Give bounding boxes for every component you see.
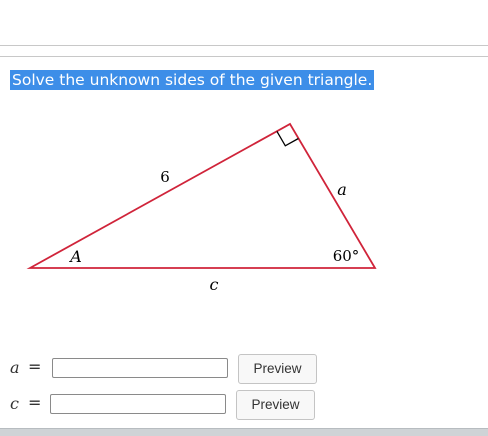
angle-a-label: A bbox=[68, 247, 82, 266]
side-a-label: a bbox=[337, 180, 347, 199]
side-c-label: c bbox=[210, 275, 219, 294]
variable-label-c: c bbox=[10, 394, 19, 413]
variable-label-a: a bbox=[10, 358, 20, 377]
triangle-figure: 6 a c A 60° bbox=[26, 122, 377, 294]
hypotenuse-label: 6 bbox=[160, 168, 170, 186]
answer-input-a[interactable] bbox=[52, 358, 228, 378]
question-divider bbox=[0, 56, 488, 57]
answer-row-c: c = Preview bbox=[0, 390, 488, 420]
question-text: Solve the unknown sides of the given tri… bbox=[10, 70, 375, 90]
top-divider bbox=[0, 45, 488, 46]
preview-button-c[interactable]: Preview bbox=[236, 390, 315, 420]
answer-row-a: a = Preview bbox=[0, 354, 488, 384]
preview-button-a[interactable]: Preview bbox=[238, 354, 317, 384]
bottom-scrollbar[interactable] bbox=[0, 428, 488, 436]
page: Solve the unknown sides of the given tri… bbox=[0, 0, 488, 436]
answer-input-c[interactable] bbox=[50, 394, 226, 414]
equals-sign: = bbox=[28, 357, 42, 376]
equals-sign: = bbox=[28, 393, 42, 412]
angle-b-label: 60° bbox=[333, 247, 360, 265]
